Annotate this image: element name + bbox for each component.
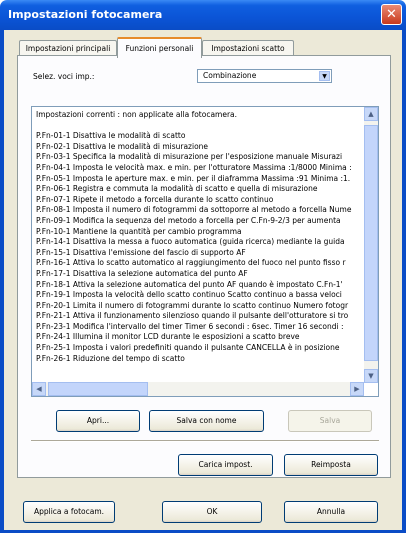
cancel-button[interactable]: Annulla (284, 501, 378, 523)
scroll-down-button[interactable]: ▼ (364, 369, 378, 383)
list-item: P.Fn-10-1 Mantiene la quantità per cambi… (36, 226, 242, 236)
scroll-up-button[interactable]: ▲ (364, 107, 378, 121)
list-item: P.Fn-09-1 Modifica la sequenza del metod… (36, 215, 341, 225)
list-header: Impostazioni correnti : non applicate al… (36, 110, 238, 119)
select-items-dropdown[interactable]: Combinazione ▼ (197, 69, 332, 83)
vertical-scrollbar[interactable]: ▲ ▼ (364, 107, 378, 383)
settings-dialog: Impostazioni fotocamera ✕ Impostazioni p… (0, 0, 406, 533)
tab-custom-functions[interactable]: Funzioni personali (117, 37, 202, 58)
list-item: P.Fn-26-1 Riduzione del tempo di scatto (36, 353, 185, 363)
reset-button[interactable]: Reimposta (284, 454, 378, 476)
list-item: P.Fn-16-1 Attiva lo scatto automatico al… (36, 258, 346, 268)
list-item: P.Fn-04-1 Imposta le velocità max. e min… (36, 162, 352, 172)
horizontal-scroll-thumb[interactable] (48, 382, 148, 396)
list-item: P.Fn-20-1 Limita il numero di fotogrammi… (36, 300, 349, 310)
list-item: P.Fn-15-1 Disattiva l'emissione del fasc… (36, 247, 246, 257)
chevron-down-icon[interactable]: ▼ (319, 71, 330, 81)
tab-label: Impostazioni scatto (211, 44, 285, 53)
list-content: Impostazioni correnti : non applicate al… (36, 110, 362, 382)
list-item: P.Fn-25-1 Imposta i valori predefiniti q… (36, 343, 340, 353)
chevron-left-icon: ◀ (36, 385, 42, 393)
tab-shooting-settings[interactable]: Impostazioni scatto (202, 40, 294, 56)
load-settings-button[interactable]: Carica impost. (178, 454, 273, 476)
save-as-button[interactable]: Salva con nome (149, 410, 264, 432)
list-item: P.Fn-07-1 Ripete il metodo a forcella du… (36, 194, 274, 204)
ok-button[interactable]: OK (162, 501, 262, 523)
list-item: P.Fn-06-1 Registra e commuta la modalità… (36, 184, 318, 194)
window-title: Impostazioni fotocamera (8, 8, 163, 21)
list-item: P.Fn-05-1 Imposta le aperture max. e min… (36, 173, 351, 183)
list-item: P.Fn-21-1 Attiva il funzionamento silenz… (36, 311, 349, 321)
list-item: P.Fn-14-1 Disattiva la messa a fuoco aut… (36, 237, 345, 247)
list-item: P.Fn-08-1 Imposta il numero di fotogramm… (36, 205, 352, 215)
settings-listbox[interactable]: Impostazioni correnti : non applicate al… (31, 106, 379, 397)
list-item: P.Fn-19-1 Imposta la velocità dello scat… (36, 290, 342, 300)
tab-main-settings[interactable]: Impostazioni principali (19, 40, 117, 56)
list-item: P.Fn-18-1 Attiva la selezione automatica… (36, 279, 343, 289)
list-item: P.Fn-01-1 Disattiva le modalità di scatt… (36, 131, 186, 141)
horizontal-scrollbar[interactable]: ◀ ▶ (32, 382, 364, 396)
apply-to-camera-button[interactable]: Applica a fotocam. (23, 501, 115, 523)
tab-label: Impostazioni principali (25, 44, 111, 53)
list-item: P.Fn-24-1 Illumina il monitor LCD durant… (36, 332, 300, 342)
chevron-down-icon: ▼ (368, 372, 374, 380)
select-items-label: Selez. voci imp.: (33, 72, 95, 81)
chevron-up-icon: ▲ (368, 110, 374, 118)
tab-label: Funzioni personali (125, 44, 194, 53)
scroll-left-button[interactable]: ◀ (32, 382, 46, 396)
scroll-right-button[interactable]: ▶ (350, 382, 364, 396)
title-bar[interactable]: Impostazioni fotocamera ✕ (0, 0, 406, 30)
window-frame-right (402, 30, 406, 533)
list-item: P.Fn-02-1 Disattiva le modalità di misur… (36, 141, 209, 151)
separator (31, 440, 379, 442)
vertical-scroll-thumb[interactable] (364, 125, 378, 361)
save-button[interactable]: Salva (288, 410, 372, 432)
list-item: P.Fn-03-1 Specifica la modalità di misur… (36, 152, 343, 162)
close-button[interactable]: ✕ (381, 4, 402, 25)
dropdown-value: Combinazione (203, 71, 257, 80)
list-item: P.Fn-17-1 Disattiva la selezione automat… (36, 268, 248, 278)
open-button[interactable]: Apri... (56, 410, 140, 432)
chevron-right-icon: ▶ (354, 385, 360, 393)
list-item: P.Fn-23-1 Modifica l'intervallo del time… (36, 321, 344, 331)
close-icon: ✕ (386, 7, 397, 22)
